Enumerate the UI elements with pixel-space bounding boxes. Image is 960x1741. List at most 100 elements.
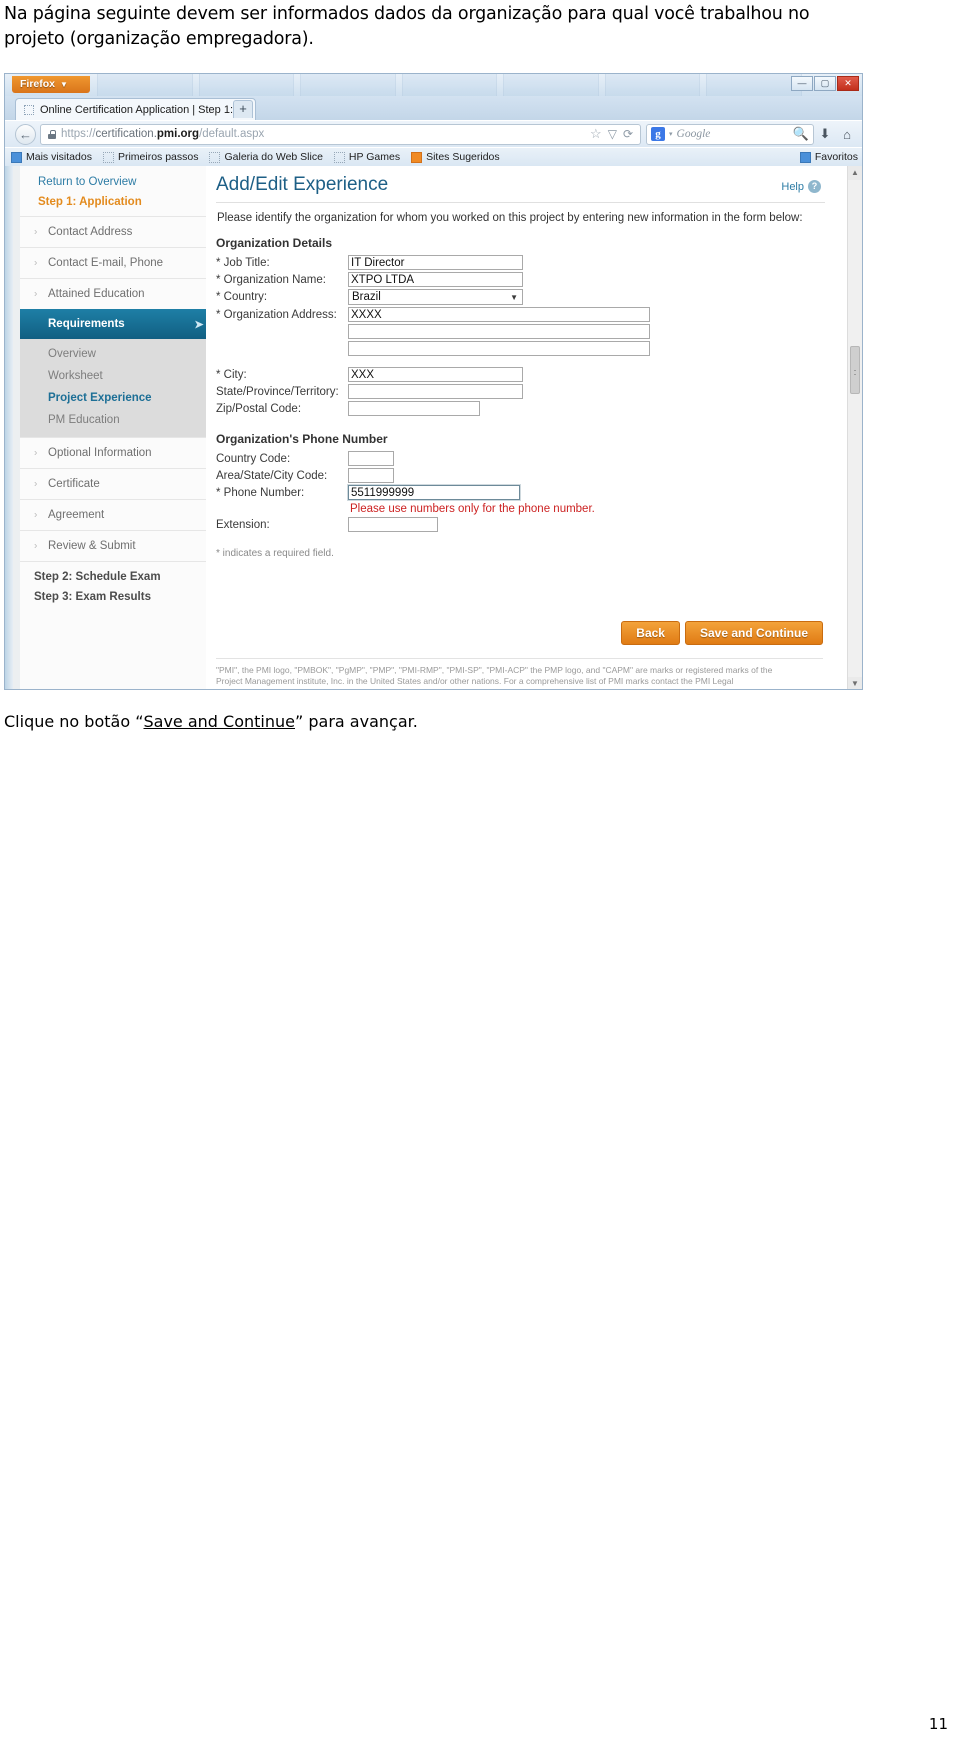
bookmark-label: Galeria do Web Slice xyxy=(224,151,323,163)
maximize-button[interactable]: ▢ xyxy=(814,76,836,91)
firefox-menu-label: Firefox xyxy=(20,78,56,90)
label-area-state-city-code: Area/State/City Code: xyxy=(216,469,328,482)
legal-line-1: "PMI", the PMI logo, "PMBOK", "PgMP", "P… xyxy=(216,665,773,675)
page-number: 11 xyxy=(928,1715,948,1733)
sidebar-subitem-pm-education[interactable]: PM Education xyxy=(20,409,206,431)
close-button[interactable]: ✕ xyxy=(837,76,859,91)
label-phone-number: * Phone Number: xyxy=(216,486,305,499)
sidebar-return-to-overview[interactable]: Return to Overview xyxy=(20,170,206,194)
sidebar-item-label: Certificate xyxy=(48,478,100,490)
scrollbar-grip-icon xyxy=(854,370,856,375)
input-area-state-city-code[interactable] xyxy=(348,468,394,483)
sidebar-item-agreement[interactable]: › Agreement xyxy=(20,499,206,530)
search-bar[interactable]: g ▾ Google 🔍 xyxy=(646,123,814,145)
field-row-zip: Zip/Postal Code: xyxy=(216,401,847,416)
reload-icon[interactable]: ⟳ xyxy=(623,127,633,141)
search-icon[interactable]: 🔍 xyxy=(793,126,809,142)
input-organization-address-2[interactable] xyxy=(348,324,650,339)
bookmark-mais-visitados[interactable]: Mais visitados xyxy=(11,151,92,163)
input-state-province-territory[interactable] xyxy=(348,384,523,399)
url-subdomain: certification. xyxy=(95,128,157,140)
ghost-tab xyxy=(198,74,295,96)
sidebar-item-review-submit[interactable]: › Review & Submit xyxy=(20,530,206,561)
input-organization-name[interactable]: XTPO LTDA xyxy=(348,272,523,287)
bookmarks-bar: Mais visitados Primeiros passos Galeria … xyxy=(5,147,862,166)
favicon-icon xyxy=(209,151,221,163)
input-job-title[interactable]: IT Director xyxy=(348,255,523,270)
bookmark-sites-sugeridos[interactable]: Sites Sugeridos xyxy=(411,151,500,163)
scroll-down-arrow-icon[interactable]: ▼ xyxy=(848,677,862,689)
back-button[interactable]: Back xyxy=(621,621,680,645)
url-domain: pmi.org xyxy=(156,128,200,140)
chevron-right-icon: › xyxy=(34,288,38,300)
chevron-down-icon[interactable]: ▽ xyxy=(608,127,617,141)
input-extension[interactable] xyxy=(348,517,438,532)
input-zip-postal-code[interactable] xyxy=(348,401,480,416)
input-country-code[interactable] xyxy=(348,451,394,466)
save-and-continue-button[interactable]: Save and Continue xyxy=(684,621,823,645)
label-zip-postal-code: Zip/Postal Code: xyxy=(216,402,302,415)
sidebar-item-label: Attained Education xyxy=(48,288,145,300)
minimize-button[interactable]: — xyxy=(791,76,813,91)
sidebar-subitem-project-experience[interactable]: Project Experience xyxy=(20,387,206,409)
lock-icon xyxy=(48,129,56,139)
back-button[interactable]: ← xyxy=(15,123,36,145)
address-bar[interactable]: https://certification.pmi.org/default.as… xyxy=(40,123,641,145)
home-icon[interactable]: ⌂ xyxy=(836,127,858,142)
bookmark-label: HP Games xyxy=(348,151,401,163)
search-input[interactable]: Google xyxy=(677,128,789,140)
page-favicon-icon xyxy=(24,104,34,115)
label-extension: Extension: xyxy=(216,518,270,531)
page-scrollbar[interactable]: ▲ ▼ xyxy=(847,166,862,689)
input-phone-number[interactable]: 5511999999 xyxy=(347,484,521,501)
chevron-right-icon: › xyxy=(34,226,38,238)
bookmark-hp-games[interactable]: HP Games xyxy=(333,151,401,163)
caption-text: Clique no botão “Save and Continue” para… xyxy=(4,712,418,731)
sidebar-item-requirements[interactable]: Requirements ➤ xyxy=(20,309,206,339)
sidebar-item-optional-information[interactable]: › Optional Information xyxy=(20,437,206,468)
bookmark-favoritos[interactable]: Favoritos xyxy=(799,151,858,163)
field-row-state: State/Province/Territory: xyxy=(216,384,847,399)
form-actions: Back Save and Continue xyxy=(621,621,823,645)
chevron-right-icon: › xyxy=(34,447,38,459)
favicon-icon xyxy=(799,151,811,163)
chevron-right-icon: › xyxy=(34,478,38,490)
chevron-down-icon[interactable]: ▾ xyxy=(669,130,673,138)
sidebar-step-2-title[interactable]: Step 2: Schedule Exam xyxy=(20,561,206,585)
navigation-toolbar: ← https://certification.pmi.org/default.… xyxy=(5,120,862,147)
input-organization-address-1[interactable]: XXXX xyxy=(348,307,650,322)
sidebar-item-contact-email-phone[interactable]: › Contact E-mail, Phone xyxy=(20,247,206,278)
chevron-right-icon: › xyxy=(34,540,38,552)
page-viewport: Return to Overview Step 1: Application ›… xyxy=(5,166,862,689)
sidebar-item-label: Contact E-mail, Phone xyxy=(48,257,164,269)
label-organization-name: * Organization Name: xyxy=(216,273,326,286)
input-city[interactable]: XXX xyxy=(348,367,523,382)
bookmark-primeiros-passos[interactable]: Primeiros passos xyxy=(102,151,198,163)
sidebar-item-contact-address[interactable]: › Contact Address xyxy=(20,216,206,247)
sidebar-item-certificate[interactable]: › Certificate xyxy=(20,468,206,499)
label-organization-address: * Organization Address: xyxy=(216,308,337,321)
main-content: Add/Edit Experience Help ? Please identi… xyxy=(206,166,847,689)
firefox-menu-button[interactable]: Firefox ▼ xyxy=(12,76,90,93)
scroll-up-arrow-icon[interactable]: ▲ xyxy=(848,166,862,180)
sidebar-subitem-worksheet[interactable]: Worksheet xyxy=(20,365,206,387)
sidebar-subitem-overview[interactable]: Overview xyxy=(20,343,206,365)
bookmark-galeria-web-slice[interactable]: Galeria do Web Slice xyxy=(209,151,323,163)
downloads-icon[interactable]: ⬇ xyxy=(814,126,836,142)
bookmark-star-icon[interactable]: ☆ xyxy=(590,126,602,142)
browser-window: Firefox ▼ — ▢ ✕ Online Certification Appl… xyxy=(4,73,863,690)
application-sidebar: Return to Overview Step 1: Application ›… xyxy=(20,166,206,689)
sidebar-step-3-title[interactable]: Step 3: Exam Results xyxy=(20,585,206,605)
sidebar-item-attained-education[interactable]: › Attained Education xyxy=(20,278,206,309)
page-left-rail xyxy=(5,166,13,689)
new-tab-button[interactable]: + xyxy=(233,100,253,118)
field-row-phone-number: * Phone Number: 5511999999 xyxy=(216,484,847,501)
scrollbar-thumb[interactable] xyxy=(850,346,860,394)
browser-tab-active[interactable]: Online Certification Application | Step … xyxy=(15,98,257,120)
input-organization-address-3[interactable] xyxy=(348,341,650,356)
field-row-organization-address-3 xyxy=(348,341,847,356)
url-scheme: https:// xyxy=(61,128,96,140)
select-country[interactable]: Brazil ▼ xyxy=(348,289,523,305)
sidebar-item-label: Optional Information xyxy=(48,447,152,459)
help-link[interactable]: Help ? xyxy=(781,180,821,193)
